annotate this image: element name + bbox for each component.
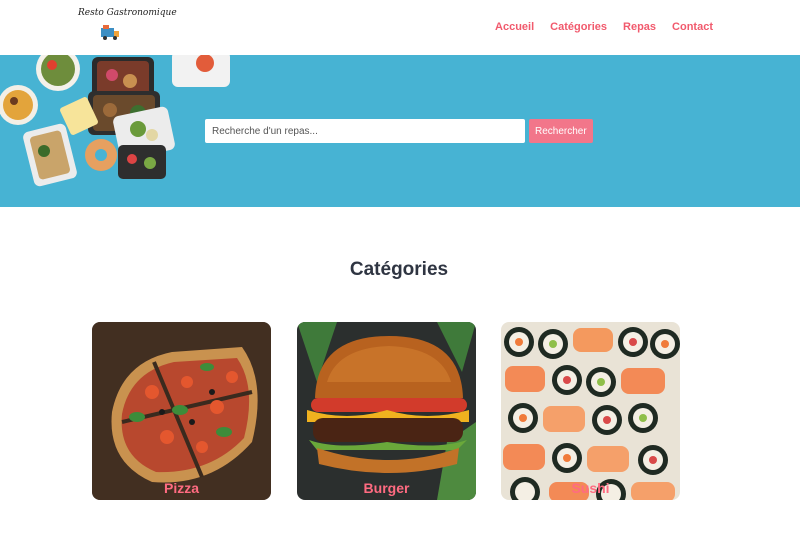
nav-link-repas[interactable]: Repas — [623, 21, 656, 33]
burger-image — [297, 322, 476, 500]
pizza-image — [92, 322, 271, 500]
search-input[interactable] — [205, 119, 525, 143]
logo-text: Resto Gastronomique — [78, 8, 177, 18]
nav-link-categories[interactable]: Catégories — [550, 21, 607, 33]
food-truck-icon — [101, 25, 119, 40]
hero-banner: Rechercher — [0, 55, 800, 207]
sushi-image — [501, 322, 680, 500]
main-nav: Accueil Catégories Repas Contact — [495, 21, 713, 33]
nav-link-contact[interactable]: Contact — [672, 21, 713, 33]
site-header: Resto Gastronomique Accueil Catégories R… — [0, 0, 800, 55]
category-card-burger[interactable]: Burger — [297, 322, 476, 500]
nav-link-accueil[interactable]: Accueil — [495, 21, 534, 33]
category-label-burger: Burger — [363, 480, 410, 496]
category-label-pizza: Pizza — [163, 480, 199, 496]
category-label-sushi: Sushi — [571, 480, 610, 496]
categories-title: Catégories — [349, 259, 449, 280]
search-bar: Rechercher — [205, 119, 593, 143]
category-card-pizza[interactable]: Pizza — [92, 322, 271, 500]
category-card-sushi[interactable]: Sushi — [501, 322, 680, 500]
search-button[interactable]: Rechercher — [529, 119, 593, 143]
logo[interactable]: Resto Gastronomique — [76, 8, 177, 44]
